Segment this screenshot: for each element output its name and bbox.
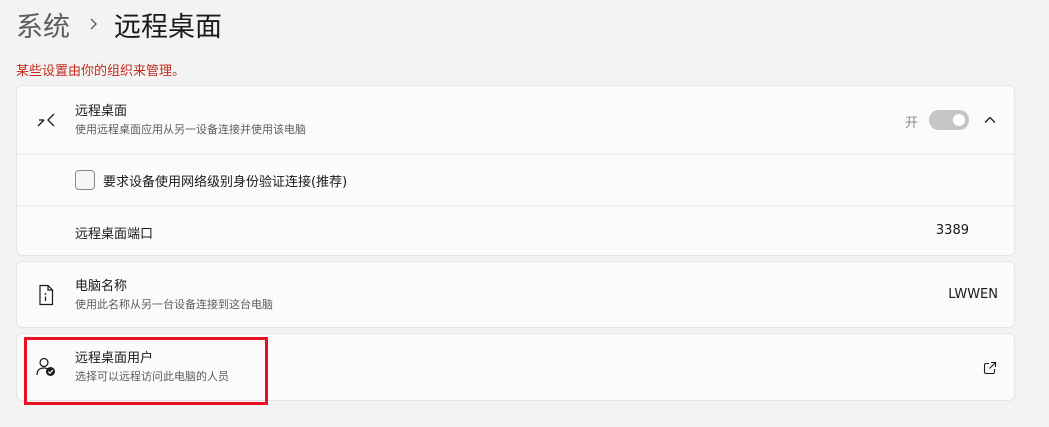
pc-name-subtitle: 使用此名称从另一台设备连接到这台电脑 (75, 298, 273, 311)
chevron-up-icon[interactable] (982, 112, 998, 128)
open-external-icon[interactable] (982, 360, 998, 376)
remote-desktop-icon (35, 109, 57, 131)
remote-desktop-subtitle: 使用远程桌面应用从另一设备连接并使用该电脑 (75, 123, 306, 136)
page-title: 远程桌面 (114, 11, 222, 43)
remote-desktop-texts: 远程桌面 使用远程桌面应用从另一设备连接并使用该电脑 (75, 103, 306, 138)
remote-users-card[interactable]: 远程桌面用户 选择可以远程访问此电脑的人员 (16, 333, 1015, 401)
remote-desktop-toggle[interactable] (929, 110, 969, 130)
breadcrumb-chevron-icon (88, 17, 98, 31)
port-value: 3389 (935, 223, 969, 238)
breadcrumb-parent-system[interactable]: 系统 (16, 5, 70, 44)
breadcrumb: 系统 远程桌面 (16, 4, 222, 44)
toggle-knob (953, 114, 965, 126)
pc-info-icon (35, 284, 57, 306)
pc-name-texts: 电脑名称 使用此名称从另一台设备连接到这台电脑 (75, 278, 273, 313)
port-label: 远程桌面端口 (75, 227, 154, 242)
pc-name-value: LWWEN (948, 287, 998, 302)
remote-desktop-header-row[interactable]: 远程桌面 使用远程桌面应用从另一设备连接并使用该电脑 开 (17, 86, 1014, 154)
remote-desktop-toggle-label: 开 (904, 116, 918, 131)
remote-users-texts: 远程桌面用户 选择可以远程访问此电脑的人员 (75, 350, 229, 385)
user-check-icon (35, 356, 57, 378)
remote-users-subtitle: 选择可以远程访问此电脑的人员 (75, 370, 229, 383)
pc-name-card: 电脑名称 使用此名称从另一台设备连接到这台电脑 LWWEN (16, 261, 1015, 328)
port-row: 远程桌面端口 3389 (17, 206, 1014, 257)
remote-desktop-card: 远程桌面 使用远程桌面应用从另一设备连接并使用该电脑 开 要求设备使用网络级别身… (16, 85, 1015, 256)
remote-desktop-title: 远程桌面 (75, 104, 128, 119)
policy-managed-note: 某些设置由你的组织来管理。 (16, 64, 186, 79)
nla-checkbox[interactable] (75, 170, 95, 190)
nla-checkbox-label[interactable]: 要求设备使用网络级别身份验证连接(推荐) (103, 171, 347, 190)
nla-row: 要求设备使用网络级别身份验证连接(推荐) (17, 155, 1014, 205)
pc-name-title: 电脑名称 (75, 279, 128, 294)
remote-users-title: 远程桌面用户 (75, 351, 154, 366)
